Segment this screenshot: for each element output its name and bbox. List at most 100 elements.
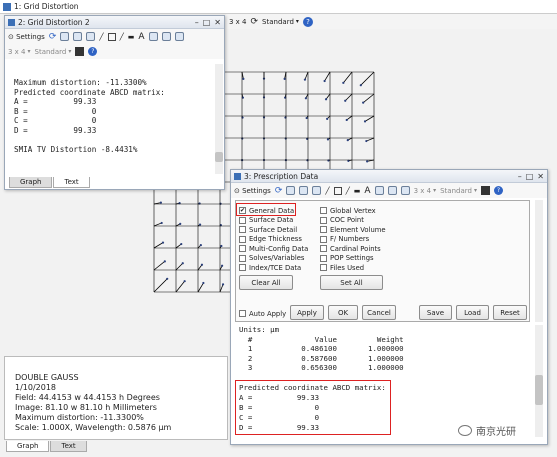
- checkbox-box[interactable]: [320, 235, 327, 243]
- layout-dropdown[interactable]: 3 x 4: [414, 187, 437, 195]
- standard-dropdown[interactable]: Standard: [35, 48, 72, 56]
- window-title: 3: Prescription Data: [244, 171, 319, 181]
- option-checkbox[interactable]: Element Volume: [320, 225, 386, 235]
- print-icon[interactable]: [73, 32, 83, 41]
- option-checkbox[interactable]: Surface Data: [239, 216, 308, 226]
- option-checkbox[interactable]: Surface Detail: [239, 225, 308, 235]
- layers-icon[interactable]: [174, 32, 184, 41]
- tab-graph[interactable]: Graph: [6, 441, 50, 452]
- export-icon[interactable]: [86, 32, 96, 41]
- copy-icon[interactable]: [60, 32, 70, 41]
- dark-toggle-icon[interactable]: [75, 47, 85, 56]
- export-icon[interactable]: [312, 186, 322, 195]
- scrollbar[interactable]: [215, 64, 223, 174]
- reset-button[interactable]: Reset: [493, 305, 527, 320]
- layout-dropdown[interactable]: 3 x 4: [8, 48, 31, 56]
- pen-icon[interactable]: ╱: [325, 187, 329, 195]
- help-icon[interactable]: ?: [88, 47, 98, 56]
- panel-scrollbar[interactable]: [535, 200, 543, 322]
- text-icon[interactable]: A: [138, 32, 144, 42]
- print-icon[interactable]: [299, 186, 309, 195]
- set-all-button[interactable]: Set All: [320, 275, 383, 290]
- cancel-button[interactable]: Cancel: [362, 305, 396, 320]
- load-button[interactable]: Load: [456, 305, 489, 320]
- refresh-icon[interactable]: ⟳: [275, 186, 283, 196]
- help-icon[interactable]: ?: [493, 186, 503, 195]
- settings-toggle[interactable]: ⊙ Settings: [8, 33, 45, 41]
- option-checkbox[interactable]: Solves/Variables: [239, 254, 308, 264]
- option-checkbox[interactable]: COC Point: [320, 216, 386, 226]
- standard-dropdown[interactable]: Standard: [262, 18, 299, 26]
- checkbox-box[interactable]: [320, 254, 327, 262]
- checkbox-box[interactable]: [239, 216, 246, 224]
- checkbox-box[interactable]: [239, 245, 246, 253]
- grid-point: [161, 241, 165, 244]
- grid-distortion-2-window: 2: Grid Distortion 2 – □ ✕ ⊙ Settings ⟳ ╱ …: [4, 15, 225, 190]
- refresh-icon[interactable]: ⟳: [49, 32, 57, 42]
- option-checkbox[interactable]: Index/TCE Data: [239, 263, 308, 273]
- grid-point: [365, 139, 368, 143]
- standard-dropdown[interactable]: Standard: [440, 187, 477, 195]
- camera-icon[interactable]: [387, 186, 397, 195]
- grid-point: [323, 79, 326, 83]
- rectangle-icon[interactable]: [333, 186, 342, 195]
- checkbox-box[interactable]: [239, 226, 246, 234]
- checkbox-column-2: Global Vertex COC Point Element Volume F/ N…: [320, 206, 386, 273]
- checkbox-box[interactable]: [239, 235, 246, 243]
- option-checkbox[interactable]: Edge Thickness: [239, 235, 308, 245]
- tab-graph[interactable]: Graph: [9, 177, 53, 188]
- option-checkbox[interactable]: F/ Numbers: [320, 235, 386, 245]
- distortion-vector: [153, 222, 162, 227]
- checkbox-label: Files Used: [330, 263, 365, 272]
- checkbox-box[interactable]: [239, 264, 246, 272]
- checkbox-label: Element Volume: [330, 225, 386, 234]
- minimize-icon[interactable]: –: [518, 172, 522, 181]
- grid-point: [366, 160, 369, 163]
- maximize-icon[interactable]: □: [526, 172, 534, 181]
- save-button[interactable]: Save: [419, 305, 452, 320]
- text-icon[interactable]: A: [364, 186, 370, 196]
- copy-icon[interactable]: [286, 186, 296, 195]
- layers-icon[interactable]: [400, 186, 410, 195]
- checkbox-label: Solves/Variables: [249, 254, 305, 263]
- grid-point: [202, 281, 205, 285]
- tab-text[interactable]: Text: [53, 177, 90, 188]
- minimize-icon[interactable]: –: [195, 18, 199, 27]
- checkbox-box[interactable]: [320, 264, 327, 272]
- settings-toggle[interactable]: ⊙ Settings: [234, 187, 271, 195]
- option-checkbox[interactable]: Cardinal Points: [320, 244, 386, 254]
- close-icon[interactable]: ✕: [537, 172, 544, 181]
- lock-icon[interactable]: [374, 186, 384, 195]
- auto-apply-checkbox[interactable]: Auto Apply: [239, 309, 286, 319]
- apply-button[interactable]: Apply: [290, 305, 324, 320]
- close-icon[interactable]: ✕: [214, 18, 221, 27]
- option-checkbox[interactable]: Global Vertex: [320, 206, 386, 216]
- dash-icon[interactable]: ▬: [128, 33, 135, 41]
- line-icon[interactable]: ╱: [120, 33, 124, 41]
- main-toolbar: 3 x 4 ⟳ Standard ?: [226, 14, 557, 29]
- checkbox-box[interactable]: [320, 207, 327, 215]
- rectangle-icon[interactable]: [107, 32, 116, 41]
- dark-toggle-icon[interactable]: [480, 186, 490, 195]
- checkbox-box[interactable]: [320, 226, 327, 234]
- lock-icon[interactable]: [148, 32, 158, 41]
- line-icon[interactable]: ╱: [346, 187, 350, 195]
- clear-all-button[interactable]: Clear All: [239, 275, 293, 290]
- help-icon[interactable]: ?: [302, 16, 313, 27]
- ok-button[interactable]: OK: [328, 305, 358, 320]
- tab-text[interactable]: Text: [50, 441, 87, 452]
- dash-icon[interactable]: ▬: [354, 187, 361, 195]
- text-scrollbar[interactable]: [535, 325, 543, 437]
- maximize-icon[interactable]: □: [203, 18, 211, 27]
- checkbox-box[interactable]: [320, 216, 327, 224]
- checkbox-box[interactable]: [239, 254, 246, 262]
- option-checkbox[interactable]: POP Settings: [320, 254, 386, 264]
- layout-dropdown[interactable]: 3 x 4: [229, 18, 247, 26]
- option-checkbox[interactable]: Files Used: [320, 263, 386, 273]
- pen-icon[interactable]: ╱: [99, 33, 103, 41]
- rotate-icon[interactable]: ⟳: [251, 17, 259, 27]
- checkbox-box[interactable]: [320, 245, 327, 253]
- camera-icon[interactable]: [161, 32, 171, 41]
- option-checkbox[interactable]: Multi-Config Data: [239, 244, 308, 254]
- grid-point: [283, 77, 286, 80]
